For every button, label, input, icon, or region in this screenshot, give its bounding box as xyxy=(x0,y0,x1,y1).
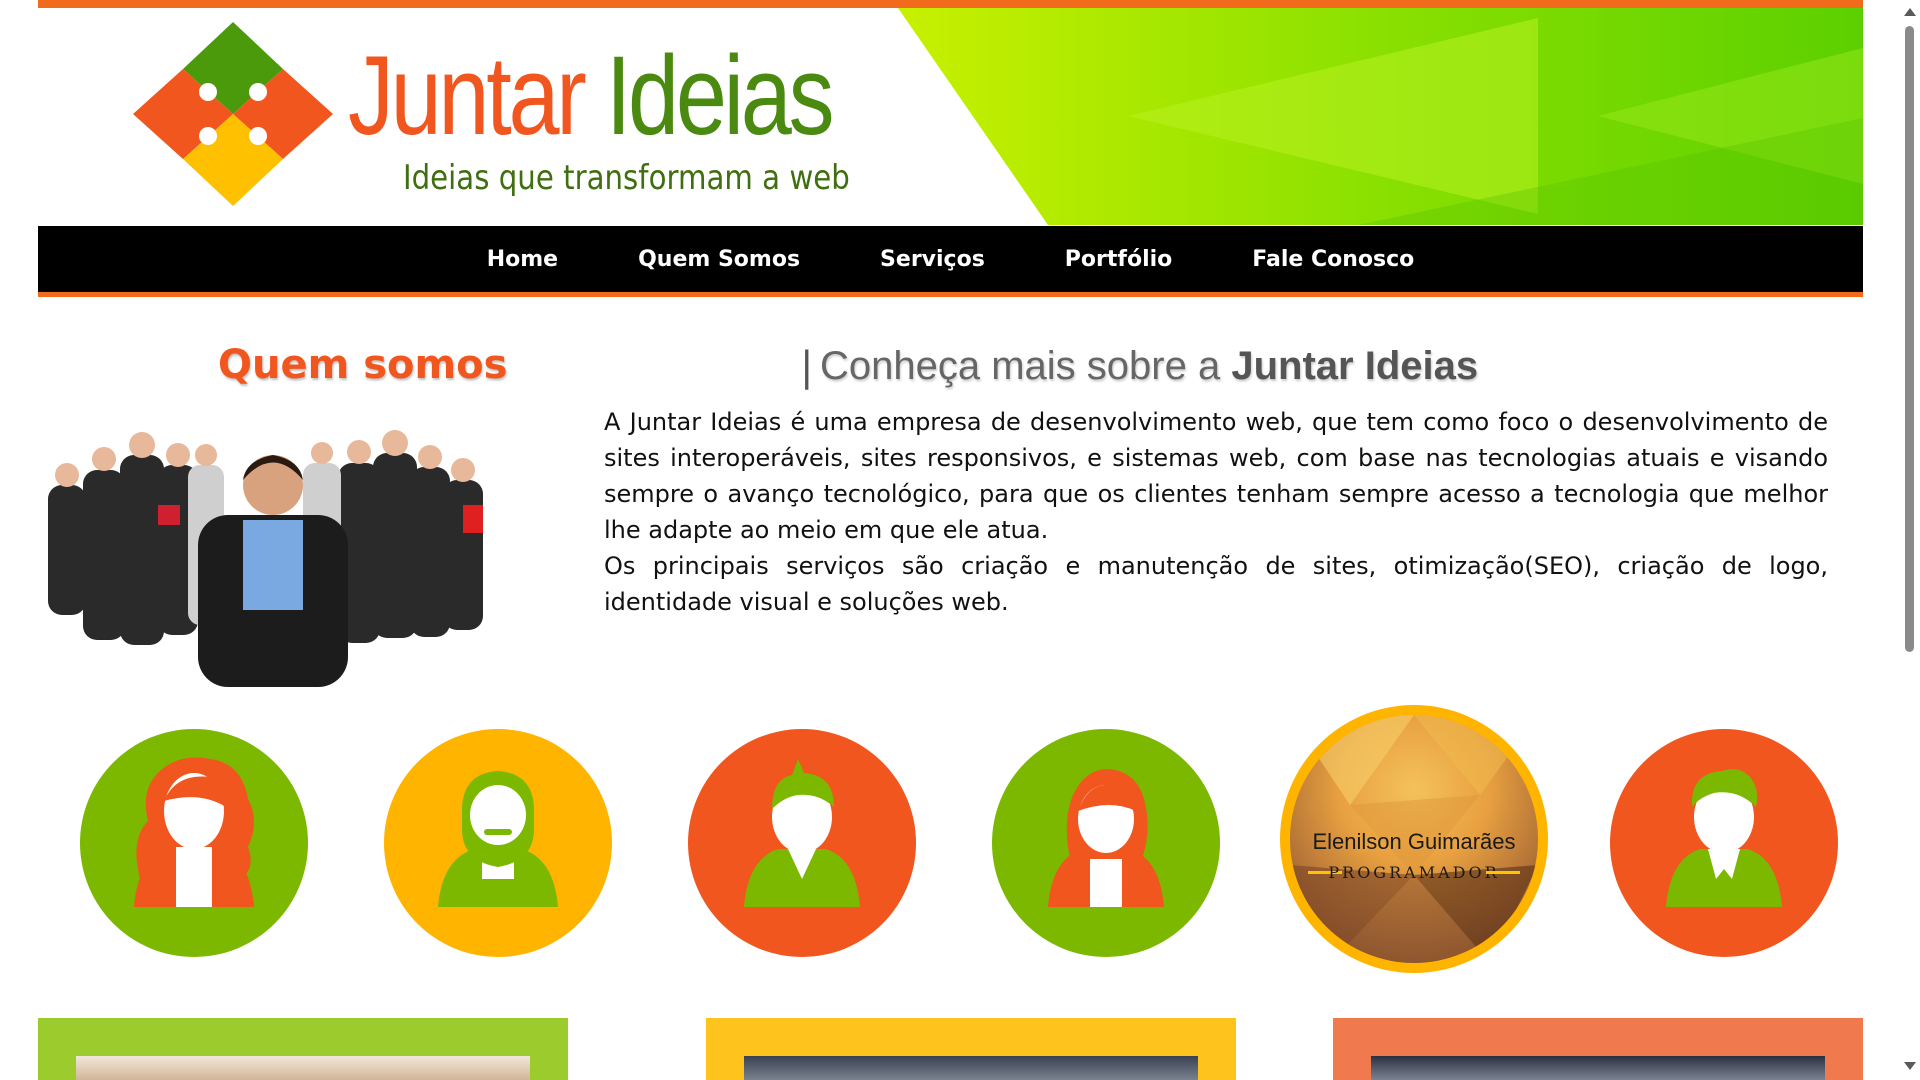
team-avatars: Elenilson Guimarães PROGRAMADOR xyxy=(38,705,1863,985)
nav-item-home[interactable]: Home xyxy=(487,247,558,272)
section-title: Quem somos xyxy=(218,342,508,388)
service-card-2-image xyxy=(744,1056,1198,1080)
service-card-1-image xyxy=(76,1056,530,1080)
puzzle-logo-icon xyxy=(133,22,333,206)
nav-list: Home Quem Somos Serviços Portfólio Fale … xyxy=(38,226,1863,292)
title-divider: | xyxy=(800,344,814,390)
team-group-photo xyxy=(48,430,483,687)
team-member-avatar-4[interactable] xyxy=(992,729,1220,957)
featured-team-member-card[interactable]: Elenilson Guimarães PROGRAMADOR xyxy=(1280,705,1548,973)
bearded-male-avatar-icon xyxy=(438,771,558,907)
service-card-3-image xyxy=(1371,1056,1825,1080)
subtitle-prefix: Conheça mais sobre a xyxy=(820,344,1221,388)
logo-wordmark[interactable]: Juntar Ideias xyxy=(348,33,835,158)
logo-word-ideias: Ideias xyxy=(605,33,835,158)
vertical-scrollbar[interactable] xyxy=(1900,0,1920,1080)
header-banner: Juntar Ideias Ideias que transformam a w… xyxy=(38,8,1863,225)
main-navigation: Home Quem Somos Serviços Portfólio Fale … xyxy=(38,226,1863,297)
role-line-right xyxy=(1486,871,1520,874)
page: Juntar Ideias Ideias que transformam a w… xyxy=(0,0,1920,1080)
about-description: A Juntar Ideias é uma empresa de desenvo… xyxy=(604,404,1828,620)
subtitle-brand: Juntar Ideias xyxy=(1231,344,1479,388)
service-card-1[interactable] xyxy=(38,1018,568,1080)
about-paragraph-2: Os principais serviços são criação e man… xyxy=(604,552,1828,616)
scroll-up-arrow-icon[interactable] xyxy=(1904,8,1916,16)
featured-member-name: Elenilson Guimarães xyxy=(1312,829,1516,854)
featured-avatar-background: Elenilson Guimarães PROGRAMADOR xyxy=(1290,715,1538,963)
logo-word-juntar: Juntar xyxy=(348,33,587,158)
about-paragraph-1: A Juntar Ideias é uma empresa de desenvo… xyxy=(604,408,1828,544)
team-member-avatar-2[interactable] xyxy=(384,729,612,957)
male-avatar-icon xyxy=(1666,769,1782,907)
nav-item-portfolio[interactable]: Portfólio xyxy=(1065,247,1173,272)
service-card-2[interactable] xyxy=(706,1018,1236,1080)
scroll-down-arrow-icon[interactable] xyxy=(1904,1062,1916,1070)
nav-item-quem-somos[interactable]: Quem Somos xyxy=(638,247,800,272)
team-member-avatar-3[interactable] xyxy=(688,729,916,957)
scrollbar-thumb[interactable] xyxy=(1905,26,1914,652)
service-cards xyxy=(38,1018,1863,1080)
site-container: Juntar Ideias Ideias que transformam a w… xyxy=(38,0,1863,1080)
male-avatar-icon xyxy=(744,759,860,907)
team-member-avatar-1[interactable] xyxy=(80,729,308,957)
nav-item-servicos[interactable]: Serviços xyxy=(880,247,985,272)
service-card-3[interactable] xyxy=(1333,1018,1863,1080)
section-subtitle: Conheça mais sobre a Juntar Ideias xyxy=(820,344,1478,389)
top-accent-stripe xyxy=(38,0,1863,8)
logo-tagline: Ideias que transformam a web xyxy=(403,158,850,198)
female-avatar-icon xyxy=(1048,769,1164,907)
team-member-avatar-6[interactable] xyxy=(1610,729,1838,957)
female-avatar-icon xyxy=(134,757,254,907)
nav-item-fale-conosco[interactable]: Fale Conosco xyxy=(1252,247,1414,272)
